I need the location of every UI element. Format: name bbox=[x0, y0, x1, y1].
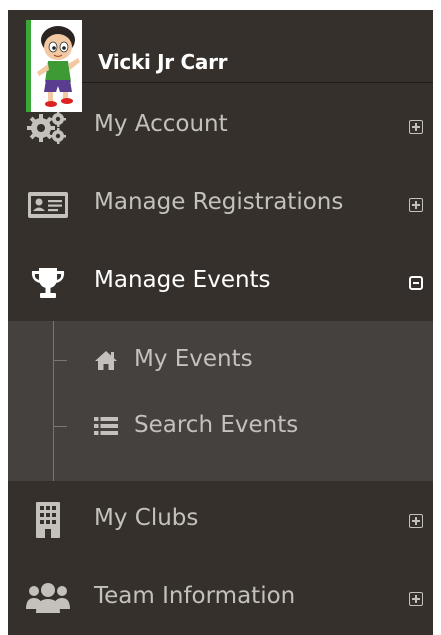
home-icon bbox=[92, 348, 120, 372]
menu-item-manage-registrations[interactable]: Manage Registrations bbox=[8, 166, 433, 244]
menu-item-manage-events[interactable]: Manage Events bbox=[8, 244, 433, 322]
sidebar-menu: Vicki Jr Carr My Account Manage Registra… bbox=[8, 10, 433, 635]
collapse-icon[interactable] bbox=[409, 276, 423, 290]
menu-item-label: My Clubs bbox=[94, 505, 199, 531]
list-icon bbox=[92, 414, 120, 438]
users-icon bbox=[26, 580, 70, 616]
menu-item-label: Manage Registrations bbox=[94, 189, 344, 215]
menu-item-team-information[interactable]: Team Information bbox=[8, 560, 433, 635]
submenu-manage-events: My Events Search Events bbox=[8, 321, 433, 481]
expand-icon[interactable] bbox=[409, 514, 423, 528]
avatar[interactable] bbox=[26, 20, 82, 112]
user-profile: Vicki Jr Carr bbox=[8, 10, 433, 112]
menu-item-label: Manage Events bbox=[94, 267, 271, 293]
tree-branch bbox=[53, 360, 67, 361]
expand-icon[interactable] bbox=[409, 198, 423, 212]
user-name[interactable]: Vicki Jr Carr bbox=[98, 50, 228, 74]
submenu-item-my-events[interactable]: My Events bbox=[8, 340, 433, 380]
trophy-icon bbox=[26, 265, 70, 301]
id-card-icon bbox=[26, 187, 70, 223]
building-icon bbox=[26, 502, 70, 538]
tree-branch bbox=[53, 426, 67, 427]
expand-icon[interactable] bbox=[409, 120, 423, 134]
submenu-item-search-events[interactable]: Search Events bbox=[8, 406, 433, 446]
submenu-item-label: Search Events bbox=[134, 412, 299, 438]
menu-item-label: Team Information bbox=[94, 583, 296, 609]
cartoon-boy-avatar-icon bbox=[37, 26, 80, 107]
expand-icon[interactable] bbox=[409, 592, 423, 606]
gear-icon bbox=[26, 109, 70, 145]
submenu-item-label: My Events bbox=[134, 346, 253, 372]
profile-divider bbox=[26, 82, 433, 83]
menu-item-label: My Account bbox=[94, 111, 228, 137]
menu-item-my-clubs[interactable]: My Clubs bbox=[8, 482, 433, 560]
